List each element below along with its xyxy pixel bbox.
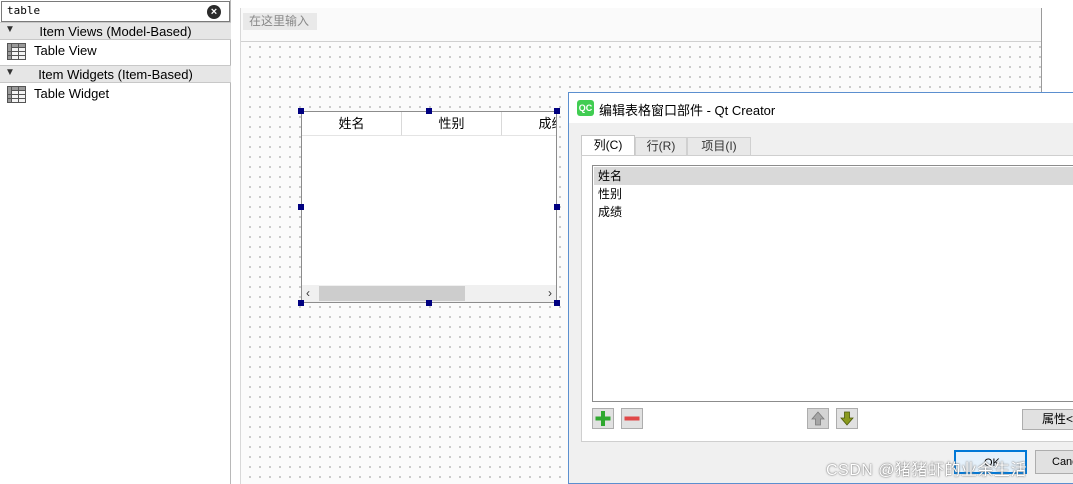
category-label: Item Views (Model-Based) <box>39 24 192 39</box>
qt-creator-icon: QC <box>577 100 594 116</box>
resize-handle[interactable] <box>554 108 560 114</box>
resize-handle[interactable] <box>298 300 304 306</box>
list-item[interactable]: 性别 <box>594 185 1073 203</box>
list-item[interactable]: 姓名 <box>594 167 1073 185</box>
table-icon <box>7 86 26 103</box>
widget-item-label: Table Widget <box>34 86 110 101</box>
table-icon <box>7 43 26 60</box>
dialog-title: 编辑表格窗口部件 - Qt Creator <box>599 103 776 118</box>
resize-handle[interactable] <box>554 300 560 306</box>
resize-handle[interactable] <box>426 108 432 114</box>
move-up-button[interactable] <box>807 408 829 429</box>
table-header-section[interactable]: 姓名 <box>302 112 402 136</box>
category-item-views[interactable]: ▼ Item Views (Model-Based) <box>0 22 231 40</box>
scrollbar-thumb[interactable] <box>319 286 465 301</box>
columns-tab-panel: 姓名 性别 成绩 属性<< <box>581 155 1073 442</box>
table-header-section[interactable]: 性别 <box>402 112 502 136</box>
category-label: Item Widgets (Item-Based) <box>38 67 193 82</box>
plus-icon <box>595 411 611 426</box>
table-header-section[interactable]: 成绩 <box>502 112 556 136</box>
tab-items[interactable]: 项目(I) <box>687 137 751 155</box>
move-down-button[interactable] <box>836 408 858 429</box>
resize-handle[interactable] <box>298 204 304 210</box>
cancel-button[interactable]: Cancel <box>1035 450 1073 474</box>
filter-text: table <box>7 4 41 17</box>
widget-item-label: Table View <box>34 43 97 58</box>
widget-box-panel: table × ▼ Item Views (Model-Based) Table… <box>0 0 231 484</box>
dialog-titlebar[interactable]: QC 编辑表格窗口部件 - Qt Creator <box>569 93 1073 123</box>
resize-handle[interactable] <box>298 108 304 114</box>
list-item[interactable]: 成绩 <box>594 203 1073 221</box>
add-column-button[interactable] <box>592 408 614 429</box>
columns-list[interactable]: 姓名 性别 成绩 <box>592 165 1073 402</box>
scroll-right-icon[interactable]: › <box>548 286 552 300</box>
widget-filter-input[interactable]: table × <box>1 1 230 22</box>
menubar-type-here[interactable]: 在这里输入 <box>243 13 317 30</box>
table-widget-preview[interactable]: 姓名 性别 成绩 ‹ › <box>301 111 557 303</box>
category-item-widgets[interactable]: ▼ Item Widgets (Item-Based) <box>0 65 231 83</box>
resize-handle[interactable] <box>426 300 432 306</box>
arrow-down-icon <box>840 411 854 426</box>
tab-columns[interactable]: 列(C) <box>581 135 635 156</box>
resize-handle[interactable] <box>554 204 560 210</box>
minus-icon <box>624 416 640 421</box>
tab-rows[interactable]: 行(R) <box>635 137 687 155</box>
remove-column-button[interactable] <box>621 408 643 429</box>
widget-item-table-widget[interactable]: Table Widget <box>0 83 231 105</box>
form-menubar[interactable]: 在这里输入 <box>241 8 1041 42</box>
scroll-left-icon[interactable]: ‹ <box>306 286 310 300</box>
edit-table-widget-dialog: QC 编辑表格窗口部件 - Qt Creator 列(C) 行(R) 项目(I)… <box>568 92 1073 484</box>
arrow-up-icon <box>811 411 825 426</box>
watermark-text: CSDN @猪猪虾的业余生活 <box>826 462 1028 479</box>
properties-button[interactable]: 属性<< <box>1022 409 1073 430</box>
widget-item-table-view[interactable]: Table View <box>0 40 231 62</box>
clear-filter-icon[interactable]: × <box>207 5 221 19</box>
